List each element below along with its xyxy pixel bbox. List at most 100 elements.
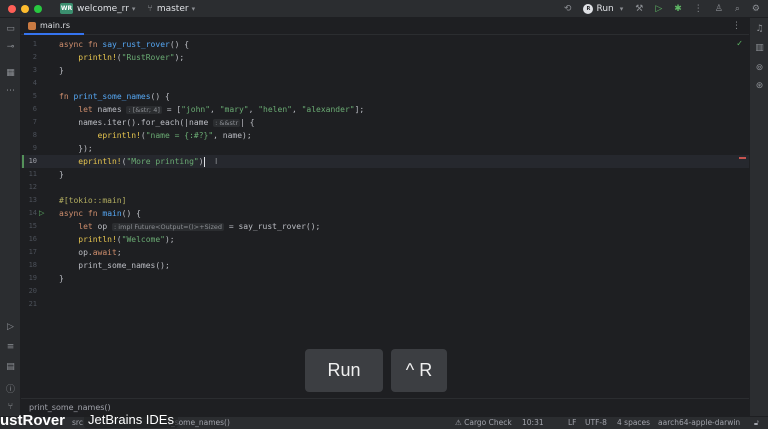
code-line[interactable]: 8 eprintln!("name = {:#?}", name); [21, 129, 749, 142]
caret-position[interactable]: 10:31 [522, 418, 544, 427]
tab-main-rs[interactable]: main.rs [24, 18, 84, 35]
code-text: } [59, 274, 64, 283]
rust-file-icon [28, 21, 36, 30]
code-line[interactable]: 4 [21, 77, 749, 90]
problems-icon[interactable]: ⓘ [5, 382, 16, 395]
vcs-branch-widget[interactable]: ⑂ master ▾ [147, 4, 195, 14]
lock-icon[interactable]: 🔓︎ [754, 418, 759, 428]
search-icon[interactable]: ⌕ [735, 4, 740, 14]
line-number: 12 [28, 183, 37, 191]
run-gutter-icon[interactable]: ▷ [39, 207, 47, 220]
chevron-down-icon: ▾ [619, 5, 624, 13]
project-folder-icon[interactable]: ▭ [5, 24, 16, 34]
code-text: println!("RustRover"); [59, 51, 184, 64]
run-configuration-label: Run [596, 4, 614, 14]
line-number: 3 [32, 66, 37, 74]
cargo-check-widget[interactable]: ⚠ Cargo Check [455, 418, 512, 427]
database-icon[interactable]: ▥ [754, 43, 765, 53]
toolbar-right: ⟲ R Run ▾ ⚒ ▷ ✱ ⋮ ♙ ⌕ ⚙ [564, 0, 760, 18]
error-stripe-marker[interactable] [739, 157, 746, 159]
code-token: = [ [161, 105, 182, 114]
file-encoding[interactable]: UTF-8 [585, 418, 607, 427]
project-name[interactable]: welcome_rr [77, 4, 129, 14]
code-text: print_some_names(); [59, 259, 170, 272]
code-line[interactable]: 2 println!("RustRover"); [21, 51, 749, 64]
tab-label: main.rs [40, 21, 70, 30]
terminal-icon[interactable]: ≡ [5, 342, 16, 352]
debug-bug-icon[interactable]: ✱ [674, 4, 682, 14]
cargo-icon[interactable]: ⊚ [754, 63, 765, 73]
close-window-button[interactable] [8, 4, 16, 13]
target-triple[interactable]: aarch64-apple-darwin [658, 418, 740, 427]
code-line[interactable]: 11 } [21, 168, 749, 181]
line-separator[interactable]: LF [568, 418, 577, 427]
code-line[interactable]: 16 println!("Welcome"); [21, 233, 749, 246]
code-line[interactable]: 17 op.await; [21, 246, 749, 259]
code-line[interactable]: 15 let op : impl Future<Output=()>+Sized… [21, 220, 749, 233]
history-icon[interactable]: ⟲ [564, 4, 572, 14]
code-line[interactable]: 19 } [21, 272, 749, 285]
code-line[interactable]: 3 } [21, 64, 749, 77]
code-line[interactable]: 7 names.iter().for_each(|name : &&str | { [21, 116, 749, 129]
services-icon[interactable]: ▷ [5, 322, 16, 332]
code-editor[interactable]: ✓ 1 async fn say_rust_rover() { 2 printl… [21, 35, 749, 398]
line-number: 7 [32, 118, 37, 126]
more-actions-icon[interactable]: ⋮ [694, 4, 703, 14]
line-number: 16 [28, 235, 37, 243]
minimize-window-button[interactable] [21, 4, 29, 13]
chevron-down-icon: ▾ [191, 4, 196, 13]
code-line[interactable]: 14 ▷ async fn main() { [21, 207, 749, 220]
code-token: "helen" [258, 105, 292, 114]
code-line[interactable]: 12 [21, 181, 749, 194]
branch-name: master [156, 3, 189, 14]
more-tabs-icon[interactable]: ⋮ [732, 21, 741, 31]
code-token: "mary" [219, 105, 249, 114]
account-icon[interactable]: ♙ [715, 4, 723, 14]
keystroke-combo-overlay: ^ R [391, 349, 447, 392]
type-hint: : impl Future<Output=()>+Sized [112, 223, 225, 231]
code-line[interactable]: 21 [21, 298, 749, 311]
code-line[interactable]: 18 print_some_names(); [21, 259, 749, 272]
settings-gear-icon[interactable]: ⚙ [752, 4, 760, 14]
line-number: 4 [32, 79, 37, 87]
code-line[interactable]: 20 [21, 285, 749, 298]
chevron-down-icon[interactable]: ▾ [132, 5, 136, 13]
code-token: , name); [213, 131, 252, 140]
code-token: | { [240, 118, 255, 127]
code-token: "RustRover" [121, 53, 175, 62]
code-line[interactable]: 9 }); [21, 142, 749, 155]
code-token: main [102, 209, 122, 218]
commit-icon[interactable]: ⊸ [5, 42, 16, 52]
code-text: let op : impl Future<Output=()>+Sized = … [59, 220, 320, 234]
right-tool-strip: ♫ ▥ ⊚ ⊛ [749, 18, 768, 416]
code-token: fn [87, 40, 98, 49]
build-hammer-icon[interactable]: ⚒ [635, 4, 643, 14]
code-line[interactable]: 5 fn print_some_names() { [21, 90, 749, 103]
code-token: ; [116, 248, 122, 257]
code-text: let names : [&str; 4] = ["john", "mary",… [78, 105, 365, 114]
code-text: fn print_some_names() { [59, 90, 170, 103]
project-badge[interactable]: WR [60, 3, 73, 14]
zoom-window-button[interactable] [34, 4, 42, 13]
status-path-fragment[interactable]: src [72, 418, 83, 427]
run-configuration-widget[interactable]: R Run ▾ [583, 4, 623, 14]
run-play-icon[interactable]: ▷ [655, 4, 662, 14]
branch-icon: ⑂ [147, 3, 153, 14]
code-token: let [78, 222, 93, 231]
code-line[interactable]: 13 #[tokio::main] [21, 194, 749, 207]
code-token: say_rust_rover [102, 40, 170, 49]
ai-assistant-icon[interactable]: ⊛ [754, 81, 765, 91]
code-text: println!("Welcome"); [59, 233, 174, 246]
mouse-ibeam-cursor: I [215, 157, 218, 166]
code-text: eprintln!("More printing") [59, 155, 205, 168]
video-caption-right: JetBrains IDEs [84, 411, 178, 428]
terminal-window-icon[interactable]: ▤ [5, 362, 16, 372]
indent-setting[interactable]: 4 spaces [617, 418, 650, 427]
git-icon[interactable]: ⑂ [5, 402, 16, 412]
code-line[interactable]: 1 async fn say_rust_rover() { [21, 38, 749, 51]
structure-icon[interactable]: ▦ [5, 68, 16, 78]
code-line[interactable]: 6 let names : [&str; 4] = ["john", "mary… [21, 103, 749, 116]
code-line-current[interactable]: 10 eprintln!("More printing") I [21, 155, 749, 168]
notifications-bell-icon[interactable]: ♫ [754, 24, 765, 34]
more-tools-icon[interactable]: ⋯ [5, 86, 16, 96]
